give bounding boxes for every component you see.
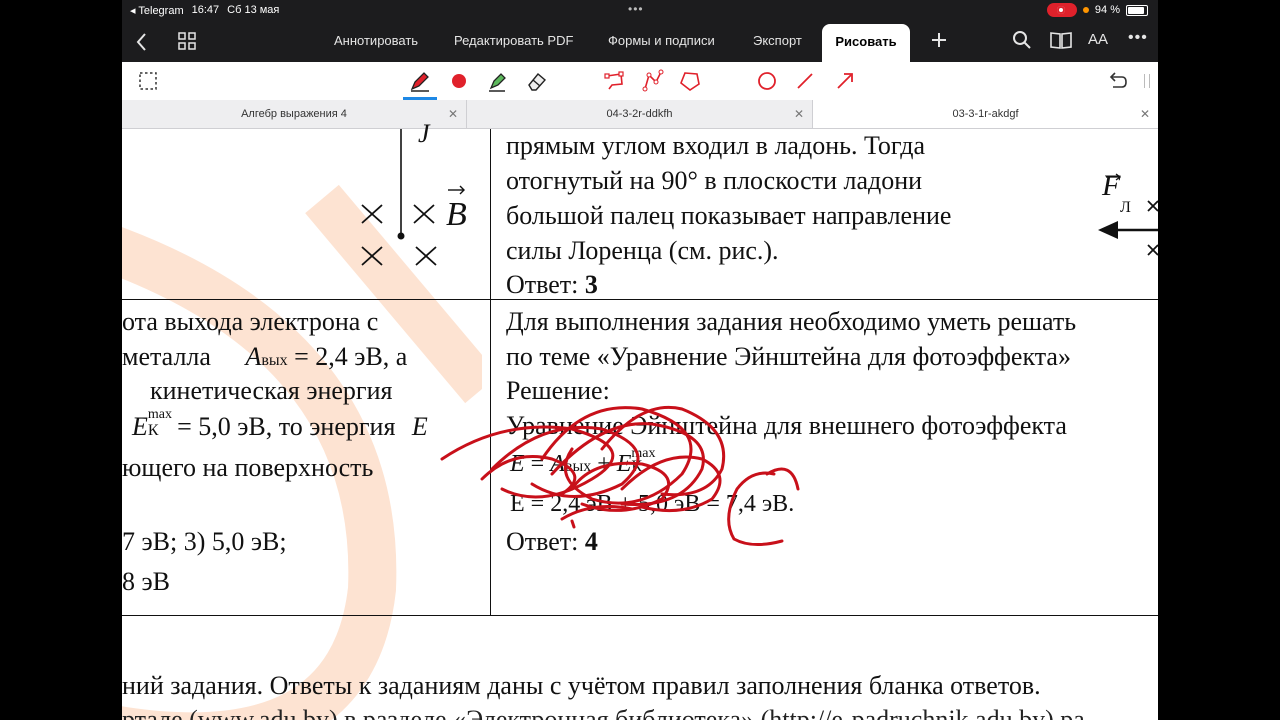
task-text: = 5,0 эВ, то энергия — [177, 412, 396, 441]
formula-symbol: + — [597, 451, 611, 477]
mic-indicator-icon — [1082, 7, 1089, 13]
solution-line: отогнутый на 90° в плоскости ладони — [506, 166, 923, 195]
undo-icon[interactable] — [1104, 68, 1130, 94]
formula-superscript: max — [631, 446, 656, 461]
add-icon[interactable] — [931, 32, 947, 48]
answer-row-1: Ответ: 3 — [506, 268, 598, 302]
tab-draw[interactable]: Рисовать — [822, 24, 910, 62]
screen-record-icon — [1046, 3, 1077, 17]
answer-value: 4 — [584, 527, 598, 556]
status-date: Сб 13 мая — [227, 4, 280, 16]
answer-options: 7 эВ; 3) 5,0 эВ; — [122, 527, 287, 556]
solution-line: силы Лоренца (см. рис.). — [506, 236, 779, 265]
work-function-symbol: A — [245, 342, 262, 371]
drawing-tools-bar — [122, 62, 1158, 101]
einstein-formula: E = Aвых + Emax К — [510, 446, 656, 484]
kinetic-energy-symbol: E — [132, 412, 148, 441]
doc-tab-label: 03-3-1r-akdgf — [952, 108, 1019, 120]
circle-shape-icon[interactable] — [754, 68, 780, 94]
eraser-icon[interactable] — [524, 68, 550, 94]
doc-tab-1[interactable]: Алгебр выражения 4 ✕ — [122, 100, 467, 128]
solution-line: большой палец показывает направление — [506, 201, 952, 230]
doc-tab-label: 04-3-2r-ddkfh — [606, 108, 673, 120]
table-column-divider — [490, 129, 491, 616]
formula-symbol: = — [530, 451, 545, 477]
back-to-app-link[interactable]: ◂ Telegram — [130, 4, 184, 17]
solution-line: Уравнение Эйнштейна для внешнего фотоэфф… — [506, 411, 1067, 440]
answer-options: 8 эВ — [122, 567, 171, 596]
task-text: = 2,4 эВ, а — [294, 342, 408, 371]
current-label: J — [418, 119, 430, 148]
task-line: кинетическая энергия — [150, 376, 393, 405]
table-bottom-border — [122, 615, 1158, 616]
solution-line: Для выполнения задания необходимо уметь … — [506, 307, 1077, 336]
toolbar-grip-handle[interactable] — [1144, 74, 1150, 88]
table-row-divider — [122, 299, 1158, 300]
formula-symbol: A — [550, 451, 565, 477]
status-bar: ◂ Telegram 16:47 Сб 13 мая ••• 94 % — [122, 0, 1158, 22]
tab-edit-pdf[interactable]: Редактировать PDF — [454, 33, 573, 48]
line-shape-icon[interactable] — [792, 68, 818, 94]
top-toolbar: Аннотировать Редактировать PDF Формы и п… — [122, 22, 1158, 62]
doc-tab-3[interactable]: 03-3-1r-akdgf ✕ — [813, 100, 1158, 128]
task-line: Emax К = 5,0 эВ, то энергия E — [132, 407, 428, 448]
pen-icon[interactable] — [407, 68, 433, 94]
solution-line: прямым углом входил в ладонь. Тогда — [506, 131, 926, 160]
reader-mode-icon[interactable] — [1050, 31, 1072, 49]
more-icon[interactable]: ••• — [1128, 29, 1148, 47]
document-tabs: Алгебр выражения 4 ✕ 04-3-2r-ddkfh ✕ 03-… — [122, 100, 1158, 129]
lasso-icon[interactable] — [602, 68, 628, 94]
pdf-page[interactable]: J B прямым углом входил в ладонь. Тогда … — [122, 119, 1158, 720]
footer-text: ний задания. Ответы к заданиям даны с уч… — [122, 671, 1041, 700]
color-red-icon[interactable] — [446, 68, 472, 94]
polyline-icon[interactable] — [640, 68, 666, 94]
status-time: 16:47 — [191, 4, 220, 16]
tab-export[interactable]: Экспорт — [753, 33, 802, 48]
close-tab-icon[interactable]: ✕ — [1140, 100, 1150, 128]
highlighter-icon[interactable] — [485, 68, 511, 94]
task-line: металла Aвых = 2,4 эВ, а — [122, 340, 407, 378]
close-tab-icon[interactable]: ✕ — [448, 100, 458, 128]
energy-symbol: E — [411, 412, 428, 441]
close-tab-icon[interactable]: ✕ — [794, 100, 804, 128]
polygon-icon[interactable] — [677, 68, 703, 94]
tab-annotate[interactable]: Аннотировать — [334, 33, 418, 48]
tab-forms-signatures[interactable]: Формы и подписи — [608, 33, 715, 48]
solution-line: Решение: — [506, 376, 610, 405]
solution-line: по теме «Уравнение Эйнштейна для фотоэфф… — [506, 342, 1071, 371]
multitask-dots-icon[interactable]: ••• — [628, 2, 644, 16]
task-line: ющего на поверхность — [122, 453, 374, 482]
task-text: металла — [122, 342, 211, 371]
answer-row-2: Ответ: 4 — [506, 525, 598, 559]
work-function-subscript: вых — [261, 352, 288, 369]
battery-percent: 94 % — [1094, 4, 1120, 16]
footer-text: ртале (www.adu.by) в разделе «Электронна… — [122, 705, 1085, 720]
arrow-shape-icon[interactable] — [832, 68, 858, 94]
kinetic-energy-superscript: max — [147, 407, 172, 422]
back-chevron-icon[interactable] — [136, 32, 148, 52]
search-icon[interactable] — [1012, 30, 1032, 50]
doc-tab-label: Алгебр выражения 4 — [241, 108, 347, 120]
text-size-button[interactable]: AA — [1088, 31, 1108, 48]
selection-icon[interactable] — [136, 68, 162, 94]
formula-symbol: E — [616, 451, 632, 477]
battery-icon — [1126, 4, 1148, 16]
doc-tab-2[interactable]: 04-3-2r-ddkfh ✕ — [467, 100, 813, 128]
answer-label: Ответ: — [506, 527, 579, 556]
numeric-formula: E = 2,4 эВ + 5,0 эВ = 7,4 эВ. — [510, 491, 795, 517]
answer-value: 3 — [584, 270, 598, 299]
lorentz-force-figure — [1098, 173, 1158, 256]
thumbnails-grid-icon[interactable] — [178, 32, 196, 50]
ipad-screen: ◂ Telegram 16:47 Сб 13 мая ••• 94 % Анно… — [122, 0, 1158, 720]
formula-symbol: E — [510, 451, 525, 477]
field-b-label: B — [446, 196, 467, 233]
answer-label: Ответ: — [506, 270, 579, 299]
formula-subscript: вых — [564, 458, 592, 475]
task-line: ота выхода электрона с — [122, 307, 379, 336]
